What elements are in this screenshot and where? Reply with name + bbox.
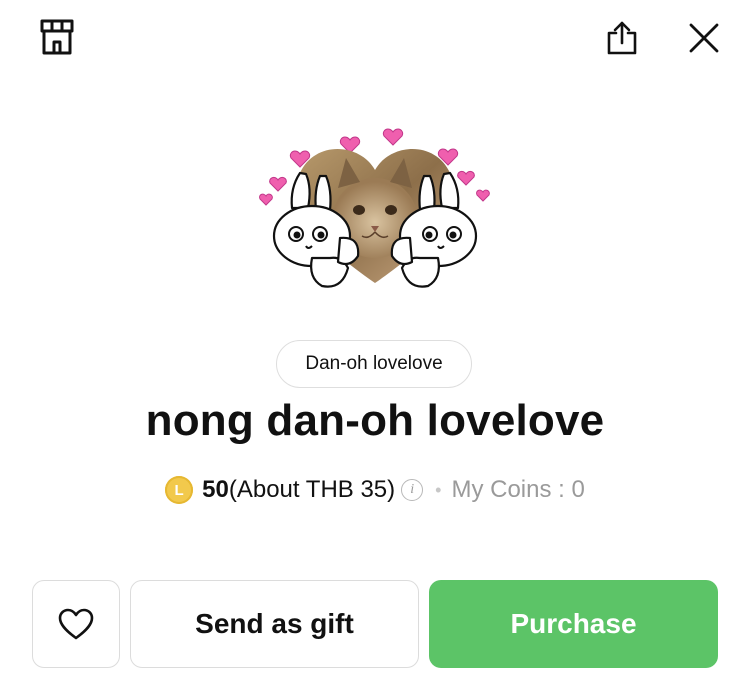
purchase-button[interactable]: Purchase [429,580,718,668]
author-name: Dan-oh lovelove [305,353,443,374]
separator-dot: • [435,479,442,500]
my-coins-balance: My Coins : 0 [451,476,585,503]
shop-button[interactable] [34,14,80,60]
price-row: L 50 (About THB 35) i • My Coins : 0 [0,472,750,508]
send-as-gift-label: Send as gift [195,608,354,639]
price-amount: 50 [202,476,229,503]
heart-outline-icon [58,608,94,640]
info-icon[interactable]: i [401,479,424,501]
close-icon [689,23,719,53]
action-bar: Send as gift Purchase [0,580,750,668]
close-button[interactable] [680,14,728,62]
share-button[interactable] [598,14,646,62]
coin-icon: L [165,476,194,504]
shop-icon [40,19,74,55]
favorite-button[interactable] [32,580,120,668]
author-chip[interactable]: Dan-oh lovelove [276,340,472,388]
purchase-label: Purchase [510,608,637,639]
sticker-title: nong dan-oh lovelove [145,396,605,445]
share-icon [607,21,637,55]
send-as-gift-button[interactable]: Send as gift [130,580,419,668]
top-bar [0,0,750,80]
sticker-image [259,128,490,288]
price-approx: (About THB 35) [228,476,396,503]
